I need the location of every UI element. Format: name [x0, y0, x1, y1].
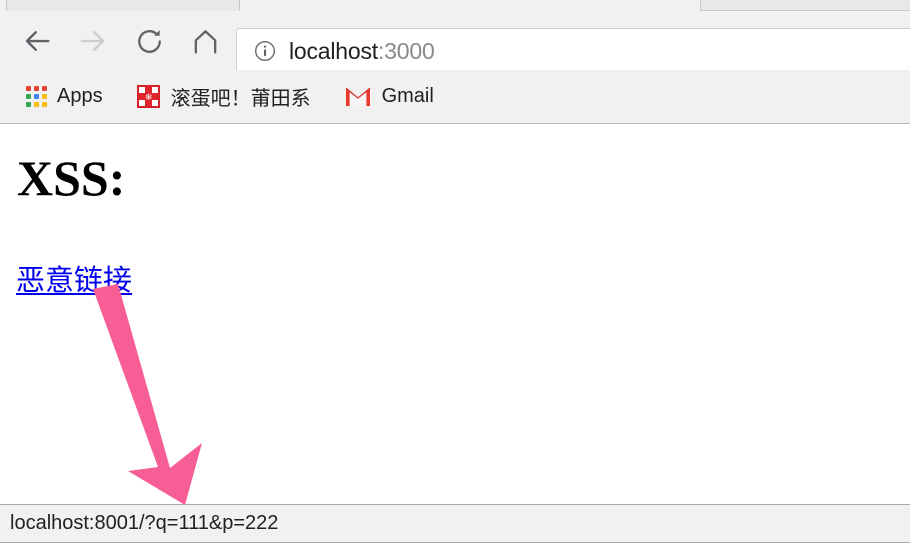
reload-icon — [137, 29, 161, 53]
info-circle-icon[interactable] — [253, 39, 277, 63]
bookmark-label-gmail: Gmail — [381, 85, 434, 107]
red-cross-paw-icon: ❄ — [136, 85, 160, 108]
address-bar[interactable]: localhost:3000 — [236, 28, 910, 74]
gmail-envelope-glyph — [345, 87, 370, 106]
status-bar: localhost:8001/?q=111&p=222 — [0, 504, 910, 543]
info-circle-glyph — [254, 40, 276, 62]
bookmark-item-putian[interactable]: ❄ 滚蛋吧！莆田系 — [131, 80, 317, 114]
address-bar-url: localhost:3000 — [289, 38, 435, 65]
arrow-left-icon — [25, 31, 50, 51]
browser-tab-partial-right[interactable] — [700, 0, 910, 11]
page-content: XSS: 恶意链接 — [0, 124, 910, 502]
bookmark-label-putian: 滚蛋吧！莆田系 — [170, 86, 311, 110]
back-button[interactable] — [18, 22, 56, 60]
home-icon — [194, 29, 216, 54]
bookmark-item-gmail[interactable]: Gmail — [339, 80, 440, 114]
arrow-right-icon — [80, 31, 105, 51]
page-bottom-filler — [0, 543, 910, 548]
status-bar-url: localhost:8001/?q=111&p=222 — [10, 512, 279, 534]
browser-toolbar: localhost:3000 — [0, 11, 910, 74]
apps-grid-icon — [26, 86, 47, 107]
reload-button[interactable] — [130, 22, 168, 60]
browser-window: localhost:3000 Apps ❄ 滚蛋吧！莆田系 Gmail XSS:… — [0, 0, 910, 548]
bookmarks-bar: Apps ❄ 滚蛋吧！莆田系 Gmail — [0, 70, 910, 124]
bookmark-label-apps: Apps — [57, 85, 103, 107]
url-host: localhost — [289, 37, 378, 64]
page-title: XSS: — [17, 150, 126, 206]
bookmark-item-apps[interactable]: Apps — [20, 80, 109, 114]
home-button[interactable] — [186, 22, 224, 60]
tab-strip — [0, 0, 910, 12]
url-rest: :3000 — [377, 37, 435, 64]
malicious-link[interactable]: 恶意链接 — [16, 264, 132, 296]
gmail-m-icon — [345, 87, 371, 107]
forward-button[interactable] — [74, 22, 112, 60]
